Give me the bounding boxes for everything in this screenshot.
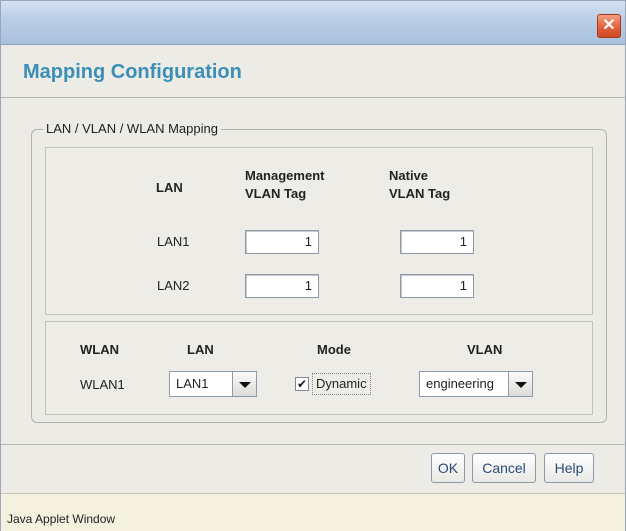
wlan-column-header: WLAN — [80, 342, 119, 357]
status-bar: Java Applet Window — [1, 493, 625, 531]
lan1-label: LAN1 — [157, 234, 190, 249]
cancel-button[interactable]: Cancel — [472, 453, 536, 483]
wlan1-lan-select[interactable]: LAN1 — [169, 371, 257, 397]
chevron-down-icon[interactable] — [508, 372, 532, 396]
native-vlan-header-line1: Native — [389, 168, 429, 183]
lan1-native-vlan-input[interactable]: 1 — [400, 230, 474, 254]
vlan-column-header: VLAN — [467, 342, 503, 357]
status-text: Java Applet Window — [7, 512, 116, 526]
mode-column-header: Mode — [317, 342, 351, 357]
page-title: Mapping Configuration — [23, 61, 242, 83]
divider — [1, 97, 625, 98]
wlan1-vlan-value: engineering — [426, 376, 494, 391]
native-vlan-header-line2: VLAN Tag — [389, 186, 451, 201]
close-icon: ✕ — [602, 17, 616, 34]
applet-window: ✕ Mapping Configuration LAN / VLAN / WLA… — [0, 0, 626, 531]
lan1-management-vlan-input[interactable]: 1 — [245, 230, 319, 254]
check-icon: ✔ — [296, 377, 308, 391]
wlan1-vlan-select[interactable]: engineering — [419, 371, 533, 397]
chevron-down-icon[interactable] — [232, 372, 256, 396]
wlan-mapping-panel — [45, 321, 593, 415]
management-vlan-header-line2: VLAN Tag — [245, 186, 307, 201]
divider — [1, 444, 625, 445]
close-button[interactable]: ✕ — [597, 14, 621, 38]
wlan1-lan-value: LAN1 — [176, 376, 209, 391]
lan2-native-vlan-input[interactable]: 1 — [400, 274, 474, 298]
wlan1-dynamic-checkbox[interactable]: ✔ — [295, 377, 309, 391]
management-vlan-header-line1: Management — [245, 168, 325, 183]
wlan-lan-column-header: LAN — [187, 342, 214, 357]
group-legend: LAN / VLAN / WLAN Mapping — [43, 121, 221, 136]
title-bar: ✕ — [1, 1, 625, 45]
lan2-label: LAN2 — [157, 278, 190, 293]
ok-button[interactable]: OK — [431, 453, 465, 483]
lan-column-header: LAN — [156, 180, 183, 195]
help-button[interactable]: Help — [544, 453, 594, 483]
wlan1-label: WLAN1 — [80, 377, 125, 392]
lan2-management-vlan-input[interactable]: 1 — [245, 274, 319, 298]
wlan1-dynamic-label[interactable]: Dynamic — [312, 373, 371, 395]
